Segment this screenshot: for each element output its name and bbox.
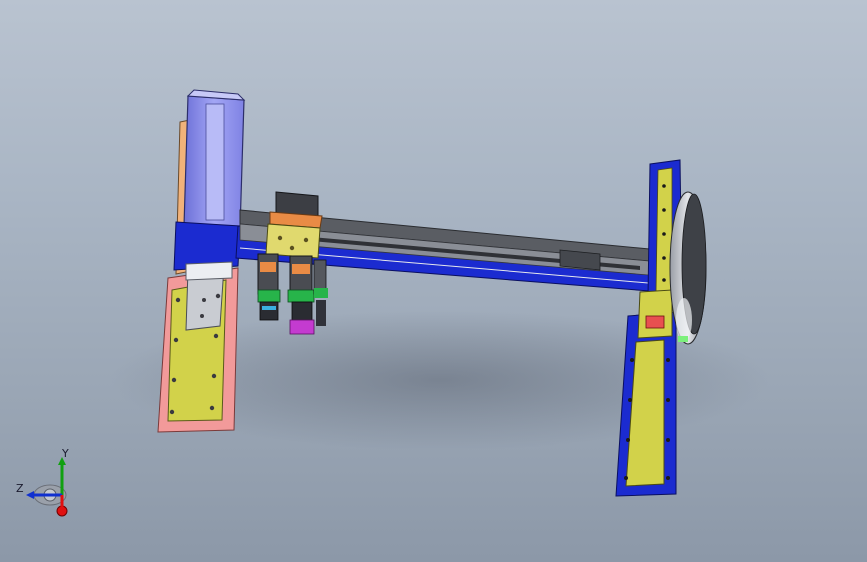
left-motor-slot: [205, 103, 225, 221]
gripper-finger-left: [257, 253, 281, 321]
drive-disc[interactable]: [669, 191, 707, 345]
disc-indicator: [678, 336, 688, 342]
assembly-model[interactable]: [0, 0, 867, 562]
axis-y-label: Y: [62, 447, 69, 460]
cad-viewport[interactable]: Y Z: [0, 0, 867, 562]
gripper-finger-right: [287, 255, 315, 335]
right-carriage: [637, 289, 673, 339]
x-axis-dot: [56, 505, 68, 517]
axis-z-label: Z: [16, 482, 24, 495]
left-carriage-face: [185, 261, 233, 281]
gripper-finger-aux: [313, 259, 328, 326]
left-axis-module[interactable]: [157, 89, 246, 433]
disc-highlight: [676, 298, 692, 342]
z-axis-head: [26, 491, 34, 499]
right-carriage-tab: [645, 315, 665, 329]
gripper-yellow-plate: [265, 223, 321, 259]
beam-end-block: [559, 249, 601, 271]
